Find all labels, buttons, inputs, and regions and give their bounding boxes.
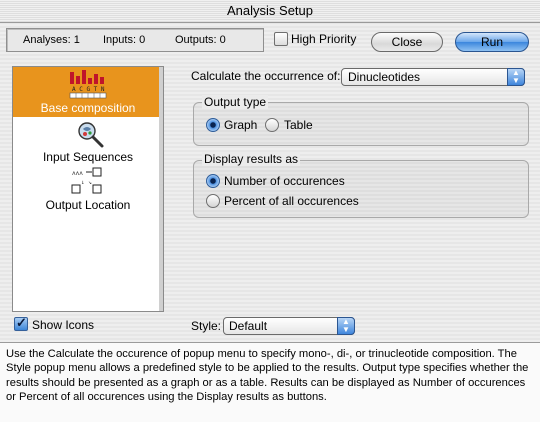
close-button[interactable]: Close	[371, 32, 443, 52]
sidebar-item-output-location[interactable]: ʌʌʌ ↓ ↘ Output Location	[13, 167, 163, 215]
sidebar-item-label: Output Location	[45, 198, 131, 212]
high-priority-checkbox[interactable]	[274, 32, 288, 46]
input-sequences-icon	[78, 122, 104, 148]
style-value: Default	[229, 319, 268, 333]
status-bar: Analyses: 1 Inputs: 0 Outputs: 0	[6, 28, 264, 52]
style-label: Style:	[191, 319, 222, 333]
svg-text:A C G T N: A C G T N	[72, 86, 105, 93]
style-popup[interactable]: Default ▲ ▼	[223, 317, 355, 335]
number-of-occurences-label: Number of occurences	[224, 174, 345, 188]
calculate-value: Dinucleotides	[348, 70, 421, 84]
calculate-label: Calculate the occurrence of:	[191, 69, 341, 83]
number-of-occurences-radio[interactable]	[206, 174, 220, 188]
outputs-count: Outputs: 0	[175, 34, 226, 46]
high-priority-label: High Priority	[291, 32, 357, 46]
output-type-graph-radio[interactable]	[206, 118, 220, 132]
inputs-count: Inputs: 0	[103, 34, 146, 46]
sidebar-item-label: Input Sequences	[42, 150, 134, 164]
output-type-table-radio[interactable]	[265, 118, 279, 132]
percent-of-all-occurences-radio[interactable]	[206, 194, 220, 208]
output-location-icon: ʌʌʌ ↓ ↘	[71, 167, 102, 194]
table-label: Table	[284, 118, 313, 132]
base-composition-icon: A C G T N	[69, 70, 107, 99]
display-results-group	[193, 160, 529, 218]
calculate-popup[interactable]: Dinucleotides ▲ ▼	[341, 68, 525, 86]
popup-arrows-icon: ▲ ▼	[337, 317, 355, 335]
run-button[interactable]: Run	[455, 32, 529, 52]
sidebar-item-base-composition[interactable]: A C G T N Base composition	[13, 67, 163, 117]
popup-arrows-icon: ▲ ▼	[507, 68, 525, 86]
analysis-sidebar: A C G T N Base composition Input Sequenc…	[12, 66, 164, 312]
window-title: Analysis Setup	[0, 0, 540, 23]
svg-text:↓ ↘: ↓ ↘	[81, 179, 92, 186]
show-icons-label: Show Icons	[32, 318, 95, 332]
graph-label: Graph	[224, 118, 258, 132]
percent-of-all-occurences-label: Percent of all occurences	[224, 194, 359, 208]
show-icons-checkbox[interactable]	[14, 315, 28, 331]
output-type-title: Output type	[202, 95, 269, 109]
display-results-title: Display results as	[202, 152, 301, 166]
sidebar-scrollbar[interactable]	[159, 67, 163, 311]
analyses-count: Analyses: 1	[23, 34, 80, 46]
svg-text:ʌʌʌ: ʌʌʌ	[72, 170, 83, 177]
sidebar-item-label: Base composition	[40, 101, 136, 115]
sidebar-item-input-sequences[interactable]: Input Sequences	[13, 119, 163, 167]
help-text: Use the Calculate the occurence of popup…	[0, 342, 540, 422]
